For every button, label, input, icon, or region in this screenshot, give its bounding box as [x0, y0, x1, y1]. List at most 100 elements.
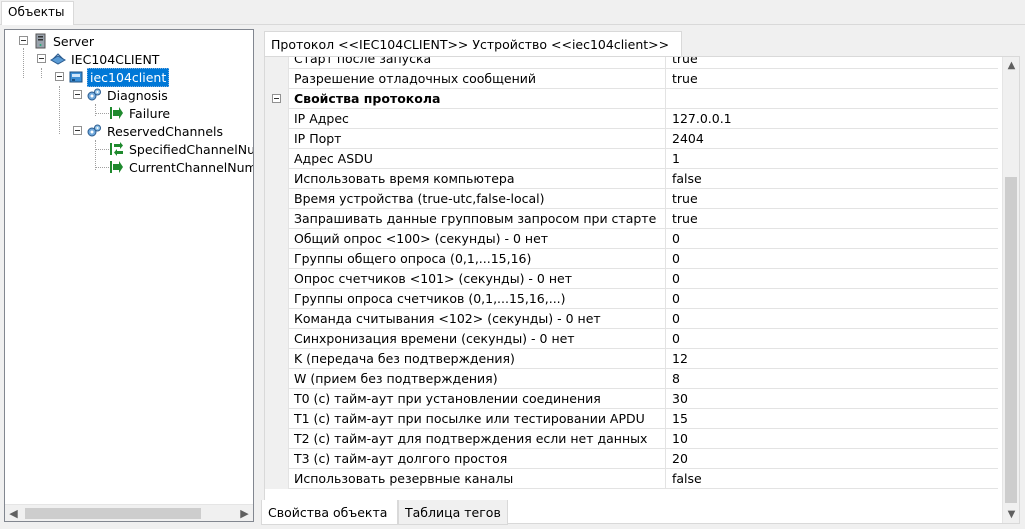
tree-node-diagnosis[interactable]: Diagnosis: [86, 86, 170, 104]
tree-node-iec104client-driver[interactable]: IEC104CLIENT: [49, 50, 161, 68]
row-gutter: [265, 229, 289, 249]
property-row[interactable]: W (прием без подтверждения) 8: [265, 369, 998, 389]
tree-node-iec104client-device[interactable]: iec104client: [68, 67, 170, 87]
property-value[interactable]: 0: [667, 329, 998, 349]
tree-connector: [95, 140, 96, 170]
row-gutter: [265, 389, 289, 409]
scroll-right-icon[interactable]: ▶: [236, 505, 253, 522]
row-gutter: [265, 349, 289, 369]
property-value[interactable]: 0: [667, 289, 998, 309]
property-row[interactable]: Группы опроса счетчиков (0,1,...15,16,..…: [265, 289, 998, 309]
panel-splitter[interactable]: [255, 29, 259, 522]
property-value[interactable]: 20: [667, 449, 998, 469]
tab-objects[interactable]: Объекты: [1, 1, 74, 25]
property-value[interactable]: 30: [667, 389, 998, 409]
scroll-thumb[interactable]: [25, 508, 201, 519]
property-row[interactable]: T3 (с) тайм-аут долгого простоя 20: [265, 449, 998, 469]
document-tab-strip: Протокол <<IEC104CLIENT>> Устройство <<i…: [260, 29, 1022, 56]
scroll-up-icon[interactable]: ▲: [1003, 57, 1020, 74]
expand-toggle-diagnosis[interactable]: [73, 90, 82, 99]
property-row[interactable]: Синхронизация времени (секунды) - 0 нет 0: [265, 329, 998, 349]
property-value[interactable]: 2404: [667, 129, 998, 149]
property-value[interactable]: false: [667, 169, 998, 189]
property-row[interactable]: IP Порт 2404: [265, 129, 998, 149]
property-row[interactable]: Использовать резервные каналы false: [265, 469, 998, 489]
row-gutter: [265, 69, 289, 89]
property-row[interactable]: K (передача без подтверждения) 12: [265, 349, 998, 369]
property-name: Использовать резервные каналы: [289, 469, 666, 489]
tree-node-currentchannelnum[interactable]: CurrentChannelNum: [108, 158, 253, 176]
property-row[interactable]: Разрешение отладочных сообщений true: [265, 69, 998, 89]
tree-connector: [95, 167, 109, 168]
property-row[interactable]: Общий опрос <100> (секунды) - 0 нет 0: [265, 229, 998, 249]
tree-node-server[interactable]: Server: [32, 32, 96, 50]
property-row[interactable]: Запрашивать данные групповым запросом пр…: [265, 209, 998, 229]
tree-connector: [41, 68, 42, 78]
property-category-row[interactable]: Свойства протокола: [265, 89, 998, 109]
property-value[interactable]: 0: [667, 269, 998, 289]
property-value[interactable]: 12: [667, 349, 998, 369]
tree-node-specifiedchannelnum[interactable]: SpecifiedChannelNum: [108, 140, 253, 158]
property-name: Использовать время компьютера: [289, 169, 666, 189]
tree-node-label: SpecifiedChannelNum: [129, 141, 253, 157]
row-gutter: [265, 109, 289, 129]
grid-vertical-scrollbar[interactable]: ▲ ▼: [1002, 57, 1019, 523]
property-value[interactable]: 15: [667, 409, 998, 429]
property-grid-rows: Старт после запуска true Разрешение отладо…: [265, 57, 998, 489]
property-value[interactable]: true: [667, 69, 998, 89]
object-tree: Server IEC104CLIENT iec104client Diagnos…: [5, 30, 253, 504]
property-row[interactable]: Адрес ASDU 1: [265, 149, 998, 169]
property-value[interactable]: 1: [667, 149, 998, 169]
property-name: W (прием без подтверждения): [289, 369, 666, 389]
tab-object-properties[interactable]: Свойства объекта: [261, 500, 398, 525]
property-name: Время устройства (true-utc,false-local): [289, 189, 666, 209]
scroll-thumb[interactable]: [1005, 177, 1017, 503]
tree-connector: [95, 149, 109, 150]
property-row[interactable]: Опрос счетчиков <101> (секунды) - 0 нет 0: [265, 269, 998, 289]
properties-panel: Протокол <<IEC104CLIENT>> Устройство <<i…: [260, 29, 1022, 524]
property-row[interactable]: Группы общего опроса (0,1,...15,16) 0: [265, 249, 998, 269]
expand-toggle-server[interactable]: [19, 36, 28, 45]
tag-arrows-icon: [108, 141, 124, 157]
property-value[interactable]: true: [667, 57, 998, 69]
property-row[interactable]: Команда считывания <102> (секунды) - 0 н…: [265, 309, 998, 329]
tree-node-label: CurrentChannelNum: [129, 159, 253, 175]
property-value[interactable]: 127.0.0.1: [667, 109, 998, 129]
property-row[interactable]: Время устройства (true-utc,false-local) t…: [265, 189, 998, 209]
property-row[interactable]: Старт после запуска true: [265, 57, 998, 69]
tree-node-label: iec104client: [87, 67, 170, 87]
tree-node-reservedchannels[interactable]: ReservedChannels: [86, 122, 225, 140]
property-row[interactable]: T2 (с) тайм-аут для подтверждения если н…: [265, 429, 998, 449]
property-value[interactable]: 0: [667, 249, 998, 269]
collapse-category-icon[interactable]: [272, 94, 281, 103]
property-value[interactable]: 8: [667, 369, 998, 389]
tree-connector: [95, 113, 109, 114]
tab-protocol-device[interactable]: Протокол <<IEC104CLIENT>> Устройство <<i…: [264, 31, 682, 56]
property-value[interactable]: 0: [667, 309, 998, 329]
property-row[interactable]: Использовать время компьютера false: [265, 169, 998, 189]
row-gutter: [265, 149, 289, 169]
property-name: Группы опроса счетчиков (0,1,...15,16,..…: [289, 289, 666, 309]
tab-tag-table[interactable]: Таблица тегов: [398, 500, 508, 525]
property-value[interactable]: 0: [667, 229, 998, 249]
tree-node-failure[interactable]: Failure: [108, 104, 172, 122]
row-gutter: [265, 169, 289, 189]
property-value[interactable]: false: [667, 469, 998, 489]
expand-toggle-reservedchannels[interactable]: [73, 126, 82, 135]
property-name: Опрос счетчиков <101> (секунды) - 0 нет: [289, 269, 666, 289]
expand-toggle-iec104client-device[interactable]: [55, 72, 64, 81]
property-value[interactable]: true: [667, 209, 998, 229]
row-gutter: [265, 89, 289, 109]
expand-toggle-iec104client-driver[interactable]: [37, 54, 46, 63]
row-gutter: [265, 249, 289, 269]
property-value[interactable]: 10: [667, 429, 998, 449]
property-value[interactable]: true: [667, 189, 998, 209]
property-row[interactable]: T0 (с) тайм-аут при установлении соедине…: [265, 389, 998, 409]
property-name: T3 (с) тайм-аут долгого простоя: [289, 449, 666, 469]
property-name: T0 (с) тайм-аут при установлении соедине…: [289, 389, 666, 409]
tree-horizontal-scrollbar[interactable]: ◀ ▶: [5, 504, 253, 521]
scroll-left-icon[interactable]: ◀: [5, 505, 22, 522]
tag-arrow-icon: [108, 105, 124, 121]
property-row[interactable]: IP Адрес 127.0.0.1: [265, 109, 998, 129]
property-row[interactable]: T1 (с) тайм-аут при посылке или тестиров…: [265, 409, 998, 429]
